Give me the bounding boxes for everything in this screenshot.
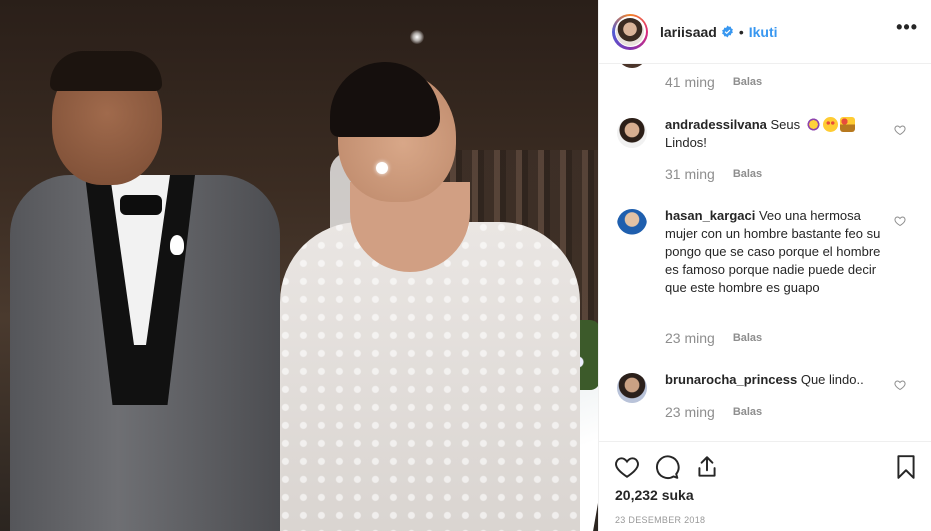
author-avatar[interactable] xyxy=(612,13,648,50)
photo-groom xyxy=(10,51,290,531)
couple-heart-emoji-icon xyxy=(839,117,855,132)
stage-light xyxy=(410,30,424,44)
comments-list[interactable]: 41 ming Balas andradessilvana Seus Lindo… xyxy=(599,64,931,442)
comment-username[interactable]: hasan_kargaci xyxy=(665,208,755,223)
comment-time: 23 ming xyxy=(665,404,715,420)
bookmark-icon[interactable] xyxy=(893,454,919,480)
comment-meta: 31 ming Balas xyxy=(665,166,762,182)
header-separator: • xyxy=(738,23,744,40)
verified-icon xyxy=(721,25,734,38)
comment-text: brunarocha_princess Que lindo.. xyxy=(665,371,887,389)
post-date: 23 DESEMBER 2018 xyxy=(615,515,706,525)
reply-button[interactable]: Balas xyxy=(733,332,762,344)
comment-meta: 23 ming Balas xyxy=(665,330,762,346)
post-header: lariisaad • Ikuti ••• xyxy=(599,0,931,64)
photo-bride xyxy=(250,62,590,531)
heart-icon[interactable] xyxy=(614,454,640,480)
comment-body: Seus xyxy=(770,117,801,132)
star-eyes-emoji-icon xyxy=(822,117,838,132)
reply-button[interactable]: Balas xyxy=(733,406,762,418)
author-username[interactable]: lariisaad xyxy=(660,24,717,40)
comment-avatar[interactable] xyxy=(617,209,647,239)
comment-meta: 41 ming Balas xyxy=(665,74,762,90)
comment-time: 41 ming xyxy=(665,74,715,90)
comment-avatar[interactable] xyxy=(617,373,647,403)
more-icon[interactable]: ••• xyxy=(896,17,918,38)
share-icon[interactable] xyxy=(694,454,720,480)
comment-text: hasan_kargaci Veo una hermosa mujer con … xyxy=(665,207,887,297)
follow-button[interactable]: Ikuti xyxy=(749,24,778,40)
like-comment-icon[interactable] xyxy=(894,379,906,391)
comment-body: Que lindo.. xyxy=(800,372,864,387)
like-comment-icon[interactable] xyxy=(894,215,906,227)
comment-avatar[interactable] xyxy=(617,64,647,68)
comment-meta: 23 ming Balas xyxy=(665,404,762,420)
likes-count[interactable]: 20,232 suka xyxy=(615,487,694,503)
comment-username[interactable]: andradessilvana xyxy=(665,117,767,132)
comment-time: 31 ming xyxy=(665,166,715,182)
like-comment-icon[interactable] xyxy=(894,124,906,136)
comment-username[interactable]: brunarocha_princess xyxy=(665,372,797,387)
reply-button[interactable]: Balas xyxy=(733,76,762,88)
comment-time: 23 ming xyxy=(665,330,715,346)
comment-icon[interactable] xyxy=(654,454,680,480)
comment-avatar[interactable] xyxy=(617,118,647,148)
post-actions: 20,232 suka 23 DESEMBER 2018 xyxy=(599,441,931,531)
post-photo[interactable] xyxy=(0,0,598,531)
comment-text: andradessilvana Seus Lindos! xyxy=(665,116,887,152)
post-side-panel: lariisaad • Ikuti ••• 41 ming Balas andr… xyxy=(598,0,931,531)
reply-button[interactable]: Balas xyxy=(733,168,762,180)
comment-body-line2: Lindos! xyxy=(665,135,707,150)
sparkles-emoji-icon xyxy=(805,117,821,132)
